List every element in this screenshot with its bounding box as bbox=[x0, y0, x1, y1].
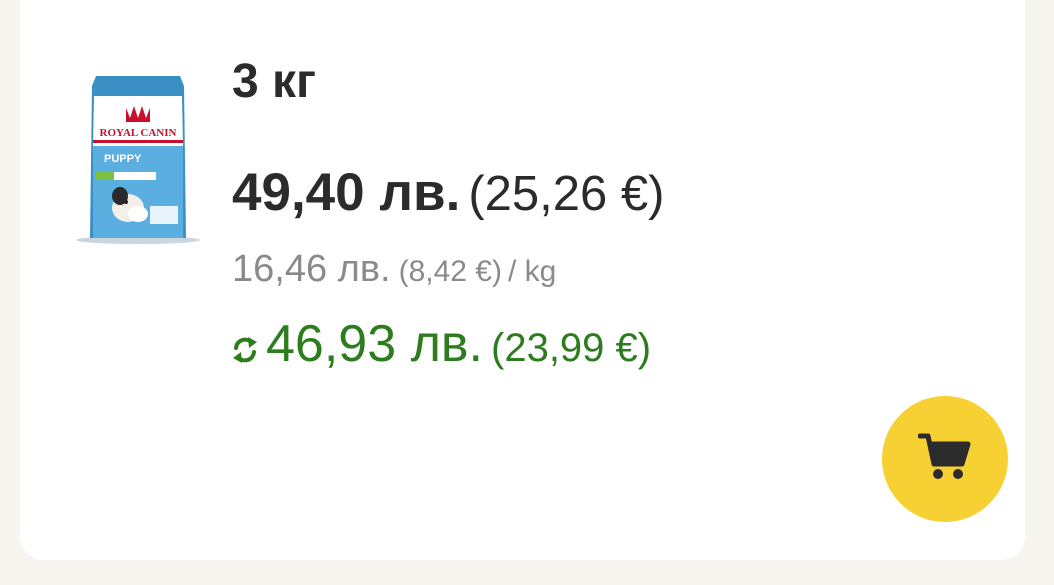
add-to-cart-button[interactable] bbox=[882, 396, 1008, 522]
subscription-price: 46,93 лв. (23,99 €) bbox=[230, 312, 651, 380]
price-eur: (25,26 €) bbox=[468, 167, 665, 221]
unit-price-per: / kg bbox=[507, 255, 557, 288]
unit-price-bgn: 16,46 лв. bbox=[232, 248, 391, 290]
subscription-price-bgn: 46,93 лв. bbox=[266, 315, 483, 373]
unit-price-eur: (8,42 €) bbox=[398, 255, 502, 288]
price-bgn: 49,40 лв. bbox=[232, 163, 461, 222]
product-image: ROYAL CANIN PUPPY bbox=[74, 74, 202, 244]
product-variant-card: ROYAL CANIN PUPPY 3 кг 49,40 лв. (25,26 €… bbox=[20, 0, 1025, 560]
svg-text:ROYAL CANIN: ROYAL CANIN bbox=[100, 127, 177, 139]
svg-text:PUPPY: PUPPY bbox=[104, 153, 142, 165]
price: 49,40 лв. (25,26 €) bbox=[232, 160, 664, 239]
repeat-subscribe-icon bbox=[230, 329, 260, 363]
subscription-price-eur: (23,99 €) bbox=[491, 326, 652, 370]
variant-size: 3 кг bbox=[232, 55, 317, 108]
unit-price: 16,46 лв. (8,42 €) / kg bbox=[232, 243, 556, 303]
shopping-cart-icon bbox=[917, 432, 972, 487]
